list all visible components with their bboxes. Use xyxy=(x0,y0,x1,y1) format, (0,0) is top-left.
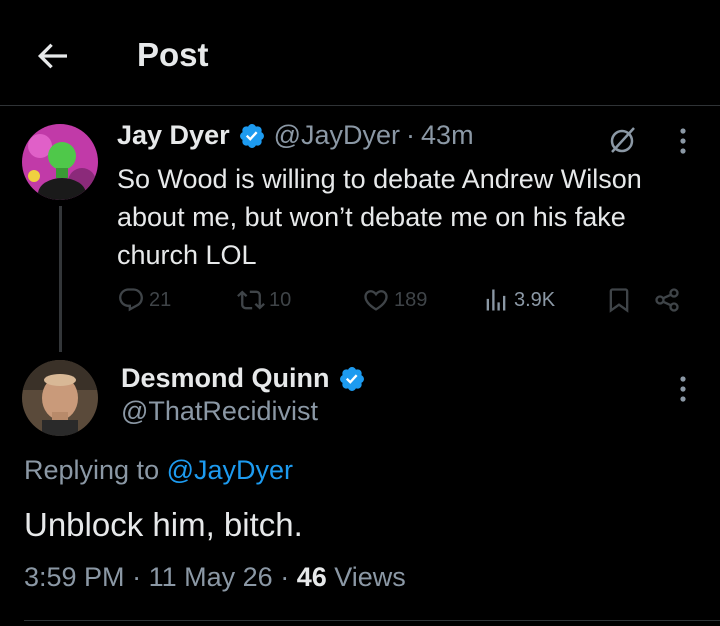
separator: · xyxy=(280,562,290,592)
views-label[interactable]: Views xyxy=(334,562,406,592)
timestamp[interactable]: 43m xyxy=(421,120,474,151)
replying-prefix: Replying to xyxy=(24,455,160,485)
author-name[interactable]: Jay Dyer xyxy=(117,120,230,151)
separator: · xyxy=(132,562,142,592)
tweet-header: Jay Dyer @JayDyer · 43m xyxy=(117,120,474,151)
bookmark-button[interactable] xyxy=(605,286,637,314)
page-title: Post xyxy=(137,36,209,73)
verified-badge-icon xyxy=(239,123,264,148)
author-name-row: Desmond Quinn xyxy=(121,363,374,394)
verified-badge-icon xyxy=(339,366,364,391)
replying-to: Replying to @JayDyer xyxy=(24,455,293,486)
like-count: 189 xyxy=(394,288,428,311)
reply-button[interactable]: 21 xyxy=(117,286,171,314)
views-count[interactable]: 46 xyxy=(297,562,327,592)
share-button[interactable] xyxy=(653,286,685,314)
timestamp[interactable]: 3:59 PM xyxy=(24,562,125,592)
grok-icon[interactable] xyxy=(606,124,638,156)
views-button[interactable]: 3.9K xyxy=(482,286,555,314)
separator: · xyxy=(406,120,416,150)
author-handle[interactable]: @JayDyer xyxy=(274,120,400,151)
date[interactable]: 11 May 26 xyxy=(149,562,273,592)
top-bar: Post xyxy=(0,0,720,106)
arrow-left-icon[interactable] xyxy=(32,36,72,76)
retweet-count: 10 xyxy=(269,288,292,311)
more-options-icon[interactable] xyxy=(670,124,696,158)
reply-icon xyxy=(119,288,143,312)
avatar[interactable] xyxy=(22,360,98,436)
tweet-meta: 3:59 PM · 11 May 26 · 46 Views xyxy=(24,562,406,593)
retweet-icon xyxy=(237,290,265,310)
divider xyxy=(24,620,720,621)
reply-count: 21 xyxy=(149,288,172,311)
share-icon xyxy=(655,288,679,312)
mention-link[interactable]: @JayDyer xyxy=(167,455,293,485)
tweet-actions: 21 10 189 3.9K xyxy=(117,286,697,320)
bookmark-icon xyxy=(609,288,629,313)
views-count: 3.9K xyxy=(514,288,556,311)
tweet-text: So Wood is willing to debate Andrew Wils… xyxy=(117,164,642,270)
heart-icon xyxy=(364,290,388,311)
like-button[interactable]: 189 xyxy=(362,286,427,314)
more-options-icon[interactable] xyxy=(670,372,696,406)
avatar[interactable] xyxy=(22,124,98,200)
author-name[interactable]: Desmond Quinn xyxy=(121,363,330,394)
thread-line xyxy=(59,206,62,352)
author-handle[interactable]: @ThatRecidivist xyxy=(121,396,318,427)
tweet-text: Unblock him, bitch. xyxy=(24,506,303,543)
views-chart-icon xyxy=(486,289,506,311)
retweet-button[interactable]: 10 xyxy=(237,286,291,314)
